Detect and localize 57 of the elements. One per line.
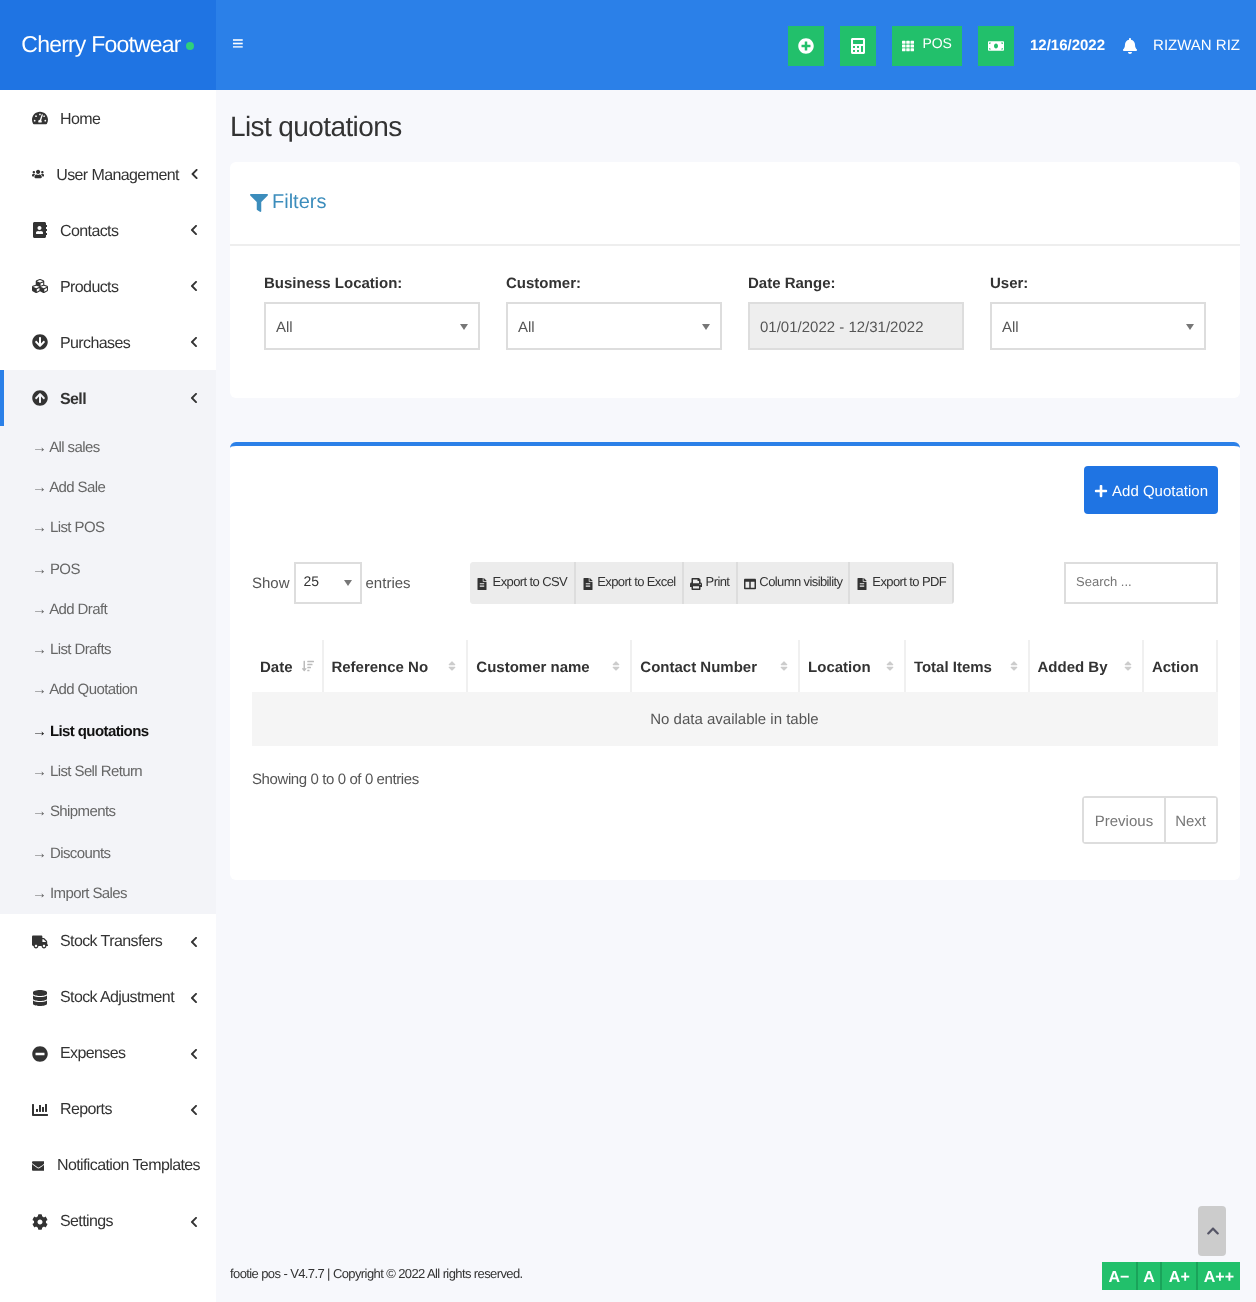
brand-name: Cherry Footwear [21,33,181,57]
filters-toggle[interactable]: Filters [250,192,327,214]
sidebar-label: Reports [60,1100,114,1119]
caret-icon [343,580,352,586]
truck-icon [32,933,48,950]
notification-icon[interactable] [1121,37,1138,53]
plus-icon [1094,483,1109,497]
sidebar-item[interactable]: Reports [0,1081,216,1138]
caret-icon [1186,323,1194,329]
sidebar-item[interactable]: Sell [0,370,216,426]
sidebar-label: Sell [60,389,89,407]
database-icon [32,989,48,1006]
sidebar-item[interactable]: Home [0,90,216,146]
printer-icon [689,577,702,589]
add-button[interactable] [788,25,825,65]
sidebar-item[interactable]: Contacts [0,202,216,258]
sidebar-label: User Management [56,165,179,183]
sidebar-item[interactable]: Settings [0,1193,216,1250]
file-icon [476,577,489,589]
sidebar-label: Stock Adjustment [60,988,176,1007]
sidebar-label: Expenses [60,1044,128,1063]
banknote-icon [987,37,1004,53]
sidebar-label: Stock Transfers [60,932,165,951]
page-title: List quotations [230,110,404,142]
address-book-icon [32,222,48,238]
envelope-icon [32,1157,45,1174]
caret-icon [460,323,468,329]
sidebar-label: Home [60,109,103,127]
sidebar-item[interactable]: Expenses [0,1025,216,1082]
sidebar-item[interactable]: Notification Templates [0,1137,216,1194]
cubes-icon [32,278,48,294]
sidebar-item[interactable]: Stock Transfers [0,913,216,970]
sidebar-item[interactable]: User Management [0,146,216,202]
file-icon [856,577,869,589]
calculator-icon [850,37,867,53]
caret-icon [702,323,710,329]
sidebar-label: Contacts [60,221,121,239]
file-icon [581,577,594,589]
columns-icon [743,577,756,589]
chevron-up-icon [1205,1224,1219,1238]
sidebar-label: Products [60,277,121,295]
sidebar-item[interactable]: Stock Adjustment [0,969,216,1026]
menu-toggle[interactable]: ≡ [232,34,244,56]
sidebar-item[interactable]: Purchases [0,314,216,370]
calculator-button[interactable] [840,25,877,65]
filter-icon [250,194,268,212]
scroll-top-button[interactable] [1198,1206,1226,1256]
users-icon [32,166,45,182]
sidebar-label: Purchases [60,333,133,351]
bar-chart-icon [32,1101,48,1118]
gauge-icon [32,110,48,126]
sidebar-item[interactable]: Products [0,258,216,314]
grid-icon [902,39,915,51]
cash-button[interactable] [977,25,1014,65]
sidebar-label: Settings [60,1212,116,1231]
sidebar-label: Notification Templates [56,1156,200,1175]
settings-icon [32,1213,48,1230]
